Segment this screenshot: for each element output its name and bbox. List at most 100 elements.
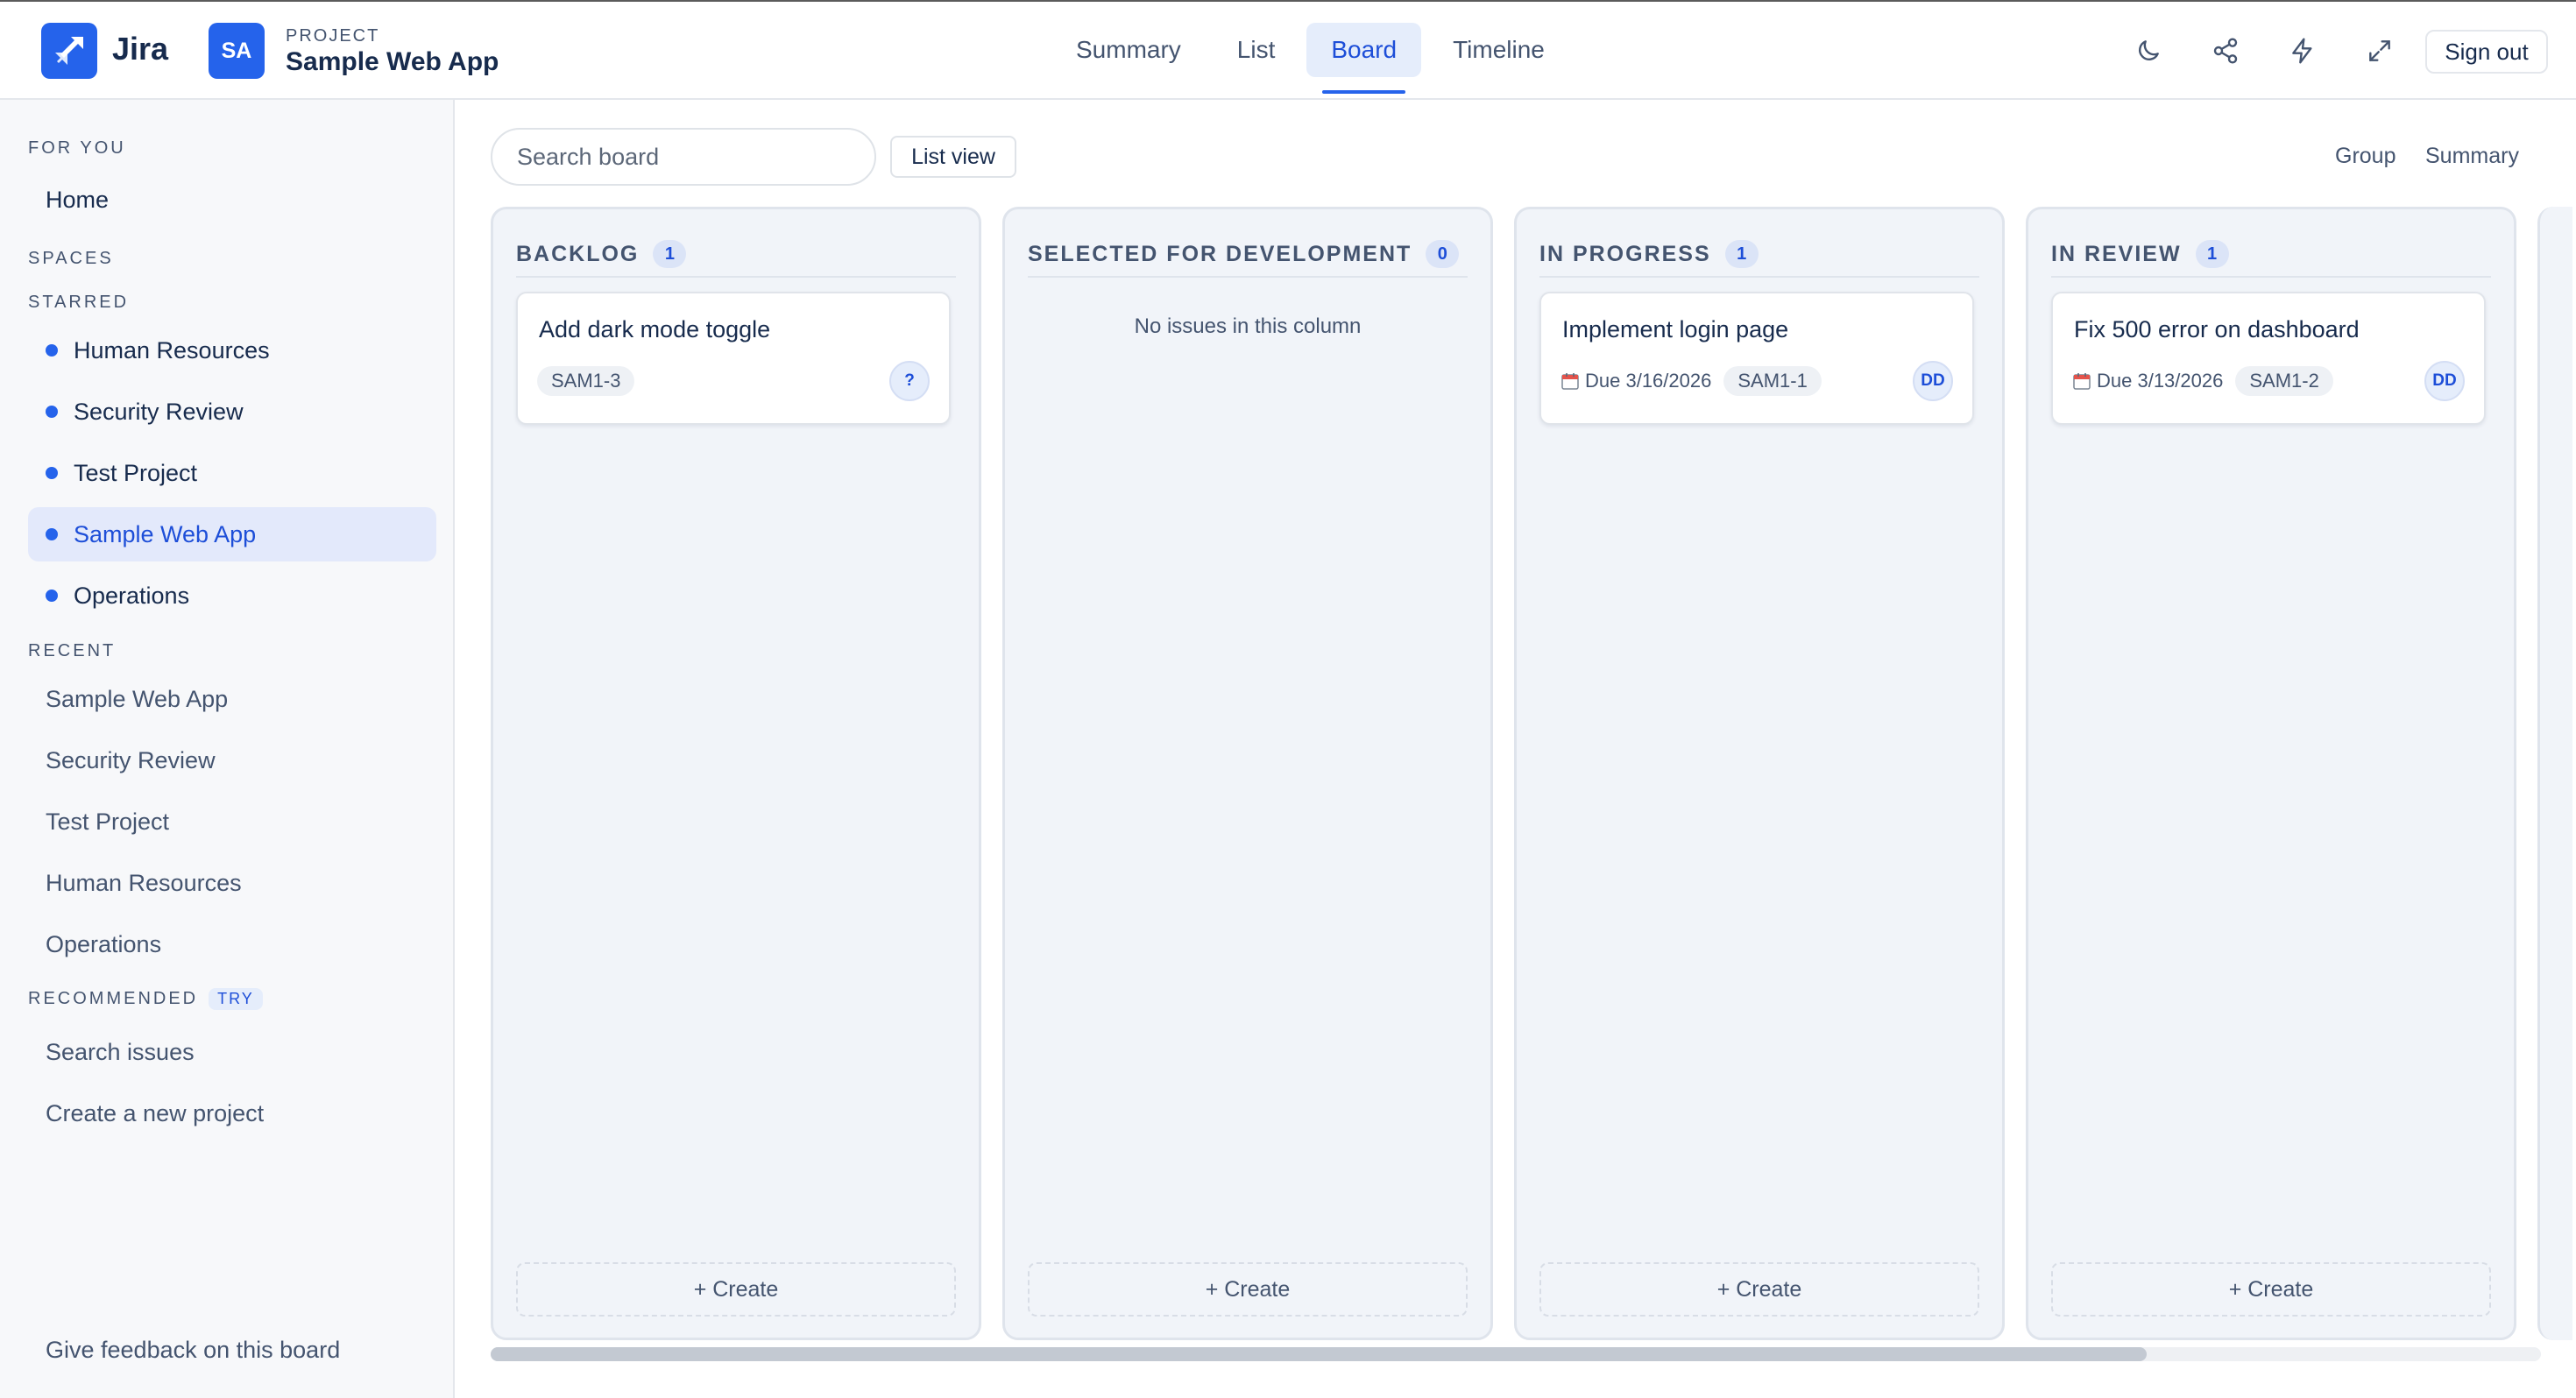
issue-key: SAM1-1 <box>1723 366 1822 396</box>
sidebar-item-label: Human Resources <box>74 336 270 364</box>
feedback-link[interactable]: Give feedback on this board <box>28 1323 436 1377</box>
sidebar-item-security-review[interactable]: Security Review <box>28 385 436 439</box>
spaces-heading: SPACES <box>28 249 114 268</box>
sidebar-item-label: Human Resources <box>46 869 242 896</box>
recommended-heading: RECOMMENDED TRY <box>28 988 263 1010</box>
recommended-item-create-project[interactable]: Create a new project <box>28 1086 436 1140</box>
empty-column-message: No issues in this column <box>1134 314 1362 338</box>
sidebar-item-label: Create a new project <box>46 1099 265 1126</box>
due-date: Due 3/13/2026 <box>2072 370 2223 392</box>
issue-meta: Due 3/13/2026 SAM1-2 DD <box>2072 361 2465 401</box>
column-backlog: BACKLOG 1 Add dark mode toggle SAM1-3 ? … <box>491 207 981 1340</box>
column-count-badge: 1 <box>2195 240 2229 268</box>
sidebar-item-label: Security Review <box>74 398 244 425</box>
issue-title: Add dark mode toggle <box>539 316 771 342</box>
tab-list[interactable]: List <box>1213 23 1300 77</box>
horizontal-scrollbar[interactable] <box>491 1347 2541 1361</box>
issue-card[interactable]: Implement login page Due 3/16/2026 SAM1-… <box>1539 292 1974 425</box>
create-issue-button[interactable]: + Create <box>1028 1262 1468 1317</box>
tab-timeline[interactable]: Timeline <box>1428 23 1569 77</box>
project-dot-icon <box>46 590 58 602</box>
for-you-heading: FOR YOU <box>28 138 126 158</box>
recent-item-sample-web-app[interactable]: Sample Web App <box>28 672 436 726</box>
expand-icon[interactable] <box>2360 32 2399 70</box>
sidebar-item-label: Give feedback on this board <box>46 1336 341 1363</box>
summary-button[interactable]: Summary <box>2425 144 2519 169</box>
sidebar-item-label: Home <box>46 186 110 213</box>
top-bar: Jira SA PROJECT Sample Web App Summary L… <box>0 0 2576 100</box>
starred-heading: STARRED <box>28 293 130 312</box>
project-name: Sample Web App <box>286 47 499 76</box>
assignee-avatar[interactable]: ? <box>889 361 930 401</box>
project-dot-icon <box>46 528 58 540</box>
due-date-text: Due 3/13/2026 <box>2097 370 2224 392</box>
issue-key: SAM1-2 <box>2235 366 2333 396</box>
project-dot-icon <box>46 406 58 418</box>
sidebar: FOR YOU Home SPACES STARRED Human Resour… <box>0 100 455 1398</box>
sign-out-button[interactable]: Sign out <box>2425 30 2548 74</box>
app-name[interactable]: Jira <box>112 31 168 67</box>
calendar-icon <box>2073 373 2091 390</box>
sidebar-item-label: Operations <box>46 930 162 957</box>
issue-meta: SAM1-3 ? <box>537 361 930 401</box>
column-in-review: IN REVIEW 1 Fix 500 error on dashboard D… <box>2026 207 2516 1340</box>
issue-key: SAM1-3 <box>537 366 635 396</box>
group-button[interactable]: Group <box>2335 144 2396 169</box>
share-icon[interactable] <box>2206 32 2245 70</box>
jira-logo-icon[interactable] <box>41 23 97 79</box>
sidebar-item-label: Sample Web App <box>74 520 257 547</box>
due-date: Due 3/16/2026 <box>1560 370 1711 392</box>
list-view-button[interactable]: List view <box>890 136 1016 178</box>
column-header: IN REVIEW 1 <box>2051 232 2491 278</box>
sidebar-item-sample-web-app[interactable]: Sample Web App <box>28 507 436 561</box>
column-in-progress: IN PROGRESS 1 Implement login page Due 3… <box>1514 207 2005 1340</box>
column-title: IN PROGRESS <box>1539 241 1711 266</box>
assignee-avatar[interactable]: DD <box>2424 361 2465 401</box>
column-count-badge: 0 <box>1426 240 1460 268</box>
create-issue-button[interactable]: + Create <box>516 1262 956 1317</box>
assignee-avatar[interactable]: DD <box>1913 361 1953 401</box>
sidebar-item-label: Security Review <box>46 746 216 773</box>
issue-title: Fix 500 error on dashboard <box>2074 316 2360 342</box>
project-dot-icon <box>46 344 58 357</box>
recent-item-operations[interactable]: Operations <box>28 917 436 971</box>
recent-item-human-resources[interactable]: Human Resources <box>28 856 436 910</box>
recent-item-security-review[interactable]: Security Review <box>28 733 436 787</box>
scrollbar-thumb[interactable] <box>491 1347 2147 1361</box>
column-selected-for-development: SELECTED FOR DEVELOPMENT 0 No issues in … <box>1002 207 1493 1340</box>
issue-card[interactable]: Fix 500 error on dashboard Due 3/13/2026… <box>2051 292 2486 425</box>
issue-meta: Due 3/16/2026 SAM1-1 DD <box>1560 361 1953 401</box>
project-dot-icon <box>46 467 58 479</box>
sidebar-item-human-resources[interactable]: Human Resources <box>28 323 436 378</box>
view-tabs: Summary List Board Timeline <box>1051 23 1569 96</box>
tab-board[interactable]: Board <box>1306 23 1422 94</box>
project-avatar: SA <box>209 23 265 79</box>
sidebar-item-label: Test Project <box>46 808 170 835</box>
create-issue-button[interactable]: + Create <box>2051 1262 2491 1317</box>
moon-icon[interactable] <box>2129 32 2168 70</box>
calendar-icon <box>1561 373 1579 390</box>
sidebar-item-label: Search issues <box>46 1038 195 1065</box>
next-column-peek <box>2537 207 2572 1340</box>
tab-summary[interactable]: Summary <box>1051 23 1206 77</box>
create-issue-button[interactable]: + Create <box>1539 1262 1979 1317</box>
sidebar-item-test-project[interactable]: Test Project <box>28 446 436 500</box>
try-badge: TRY <box>209 988 263 1010</box>
recommended-item-search-issues[interactable]: Search issues <box>28 1025 436 1079</box>
lightning-icon[interactable] <box>2283 32 2322 70</box>
column-title: BACKLOG <box>516 241 640 266</box>
column-count-badge: 1 <box>653 240 687 268</box>
column-header: IN PROGRESS 1 <box>1539 232 1979 278</box>
column-header: SELECTED FOR DEVELOPMENT 0 <box>1028 232 1468 278</box>
column-header: BACKLOG 1 <box>516 232 956 278</box>
sidebar-item-label: Sample Web App <box>46 685 229 712</box>
search-board-input[interactable] <box>491 128 876 186</box>
issue-card[interactable]: Add dark mode toggle SAM1-3 ? <box>516 292 951 425</box>
sidebar-item-home[interactable]: Home <box>28 173 436 227</box>
project-kicker: PROJECT <box>286 26 380 46</box>
recent-item-test-project[interactable]: Test Project <box>28 794 436 849</box>
column-title: SELECTED FOR DEVELOPMENT <box>1028 241 1412 266</box>
column-count-badge: 1 <box>1724 240 1759 268</box>
sidebar-item-operations[interactable]: Operations <box>28 568 436 623</box>
sidebar-item-label: Test Project <box>74 459 198 486</box>
